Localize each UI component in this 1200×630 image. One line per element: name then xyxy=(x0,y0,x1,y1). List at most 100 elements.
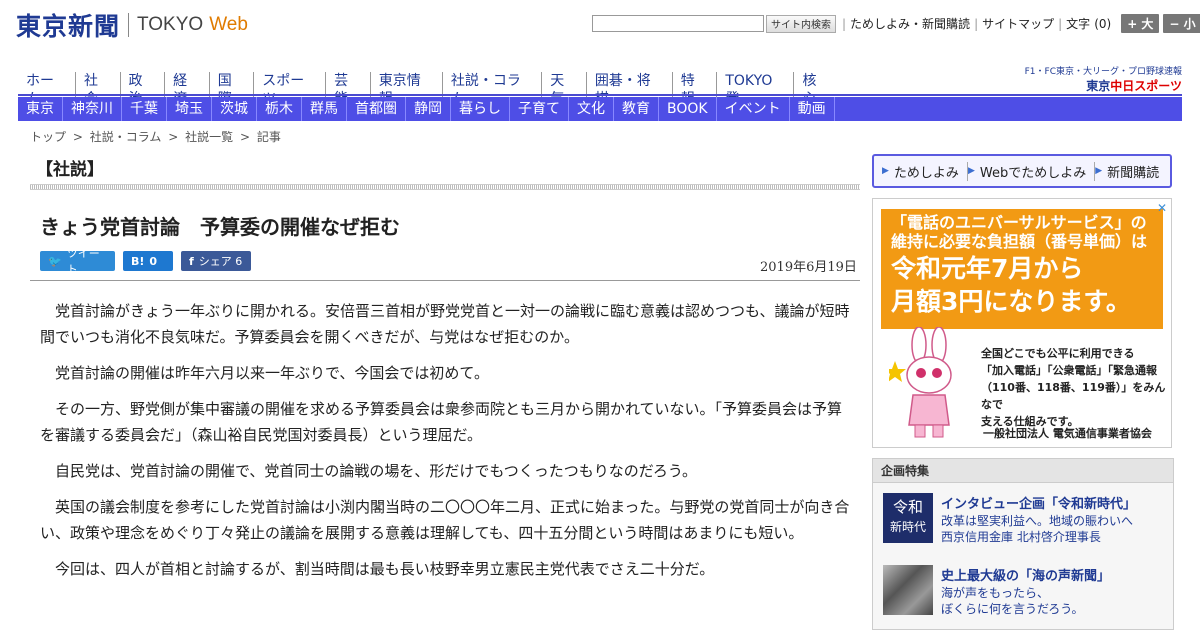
trial-subscribe-link[interactable]: ためしよみ・新聞購読 xyxy=(846,15,974,32)
subnav-item-gunma[interactable]: 群馬 xyxy=(302,97,347,121)
ad-description-line: （110番、118番、119番）」をみんなで xyxy=(981,381,1166,411)
logo-divider xyxy=(128,13,130,37)
sea-voice-thumbnail xyxy=(883,565,933,615)
facebook-icon: f xyxy=(189,254,194,268)
subnav-item-video[interactable]: 動画 xyxy=(790,97,835,121)
feature-item-title[interactable]: インタビュー企画「令和新時代」 xyxy=(941,493,1136,512)
subnav-item-parenting[interactable]: 子育て xyxy=(510,97,569,121)
font-size-value: (0) xyxy=(1094,16,1112,31)
article-paragraph: その一方、野党側が集中審議の開催を求める予算委員会は衆参両院とも三月から開かれて… xyxy=(40,400,843,444)
breadcrumb: トップ > 社説・コラム > 社説一覧 > 記事 xyxy=(30,128,284,145)
font-smaller-button[interactable]: − 小 xyxy=(1163,14,1200,33)
subnav-item-book[interactable]: BOOK xyxy=(659,97,717,121)
feature-sub-line: 西京信用金庫 北村啓介理事長 xyxy=(941,530,1101,544)
feature-sub-line: 海が声をもったら、 xyxy=(941,586,1050,600)
feature-item-subtitle: 改革は堅実利益へ。地域の賑わいへ 西京信用金庫 北村啓介理事長 xyxy=(941,513,1133,545)
rabbit-mascot-icon xyxy=(889,327,952,438)
article-headline: きょう党首討論 予算委の開催なぜ拒む xyxy=(40,215,400,239)
subnav-item-culture[interactable]: 文化 xyxy=(569,97,614,121)
font-bigger-button[interactable]: + 大 xyxy=(1121,14,1160,33)
article-paragraph: 党首討論の開催は昨年六月以来一年ぶりで、今国会では初めて。 xyxy=(55,364,489,382)
arrow-right-icon: ▶ xyxy=(967,166,975,176)
reiwa-thumbnail: 令和 新時代 xyxy=(883,493,933,543)
subnav-item-education[interactable]: 教育 xyxy=(614,97,659,121)
ad-description-line: 全国どこでも公平に利用できる xyxy=(981,347,1135,360)
article-paragraph: 今回は、四人が首相と討論するが、割当時間は最も長い枝野幸男立憲民主党代表でさえ二… xyxy=(55,560,715,578)
web-trial-read-link[interactable]: Webでためしよみ xyxy=(978,161,1096,181)
breadcrumb-sep: > xyxy=(239,130,250,144)
subnav-item-kanagawa[interactable]: 神奈川 xyxy=(63,97,122,121)
social-buttons: 🐦 ツイート B! 0 f シェア 6 xyxy=(40,247,259,276)
hatena-icon: B! xyxy=(131,254,145,268)
divider: | xyxy=(1058,16,1063,31)
publish-date: 2019年6月19日 xyxy=(760,260,857,275)
twitter-icon: 🐦 xyxy=(48,254,62,268)
logo-en: TOKYO xyxy=(137,14,204,35)
subnav-item-event[interactable]: イベント xyxy=(717,97,790,121)
regional-nav: 東京 神奈川 千葉 埼玉 茨城 栃木 群馬 首都圏 静岡 暮らし 子育て 文化 … xyxy=(18,97,1182,121)
arrow-right-icon: ▶ xyxy=(882,166,889,176)
tweet-label: ツイート xyxy=(66,247,100,276)
subnav-item-chiba[interactable]: 千葉 xyxy=(122,97,167,121)
feature-sub-line: ぼくらに何を言うだろう。 xyxy=(941,602,1084,616)
fb-share-label: シェア xyxy=(198,255,232,268)
ad-line: 維持に必要な負担額（番号単価）は xyxy=(891,232,1148,251)
subnav-item-tochigi[interactable]: 栃木 xyxy=(257,97,302,121)
article-divider xyxy=(30,280,860,281)
breadcrumb-editorial-list[interactable]: 社説一覧 xyxy=(185,130,233,144)
feature-box-title: 企画特集 xyxy=(873,459,1173,483)
ad-line: 「電話のユニバーサルサービス」の xyxy=(891,213,1147,232)
section-title: 【社説】 xyxy=(36,160,104,180)
sports-tagline: F1・FC東京・大リーグ・プロ野球速報 xyxy=(1024,67,1182,77)
logo-jp: 東京新聞 xyxy=(16,12,121,41)
search-input[interactable] xyxy=(592,15,764,32)
sitemap-link[interactable]: サイトマップ xyxy=(978,15,1058,32)
advertisement-banner[interactable]: ✕ 「電話のユニバーサルサービス」の 維持に必要な負担額（番号単価）は 令和元年… xyxy=(872,198,1172,448)
ad-big-line: 令和元年7月から xyxy=(891,254,1084,283)
subscribe-link[interactable]: 新聞購読 xyxy=(1105,162,1167,181)
sports-logo-prefix: 東京 xyxy=(1086,79,1111,93)
feature-item[interactable]: 史上最大級の「海の声新聞」 海が声をもったら、 ぼくらに何を言うだろう。 xyxy=(883,565,1169,617)
breadcrumb-sep: > xyxy=(72,130,83,144)
feature-sub-line: 改革は堅実利益へ。地域の賑わいへ xyxy=(941,514,1134,528)
facebook-share-button[interactable]: f シェア 6 xyxy=(181,251,251,271)
feature-item-subtitle: 海が声をもったら、 ぼくらに何を言うだろう。 xyxy=(941,585,1084,617)
ad-big-line: 月額3円になります。 xyxy=(891,287,1131,316)
arrow-right-icon: ▶ xyxy=(1095,166,1103,176)
subnav-item-living[interactable]: 暮らし xyxy=(451,97,510,121)
subnav-item-ibaraki[interactable]: 茨城 xyxy=(212,97,257,121)
subscription-promo-bar: ▶ ためしよみ ▶ Webでためしよみ ▶ 新聞購読 xyxy=(872,154,1172,188)
hatena-count: 0 xyxy=(149,254,158,268)
sports-logo-main: 中日スポーツ xyxy=(1110,79,1182,93)
tweet-button[interactable]: 🐦 ツイート xyxy=(40,247,115,276)
subnav-item-tokyo[interactable]: 東京 xyxy=(18,97,63,121)
trial-read-link[interactable]: ためしよみ xyxy=(892,161,968,181)
chunichi-sports-logo: 東京中日スポーツ xyxy=(1022,77,1182,94)
ad-description-line: 「加入電話」「公衆電話」「緊急通報 xyxy=(981,364,1157,377)
feature-box: 企画特集 令和 新時代 インタビュー企画「令和新時代」 改革は堅実利益へ。地域の… xyxy=(872,458,1174,630)
breadcrumb-editorial[interactable]: 社説・コラム xyxy=(90,130,162,144)
hatena-bookmark-button[interactable]: B! 0 xyxy=(123,251,173,271)
article-paragraph: 党首討論がきょう一年ぶりに開かれる。安倍晋三首相が野党党首と一対一の論戦に臨む意… xyxy=(40,302,850,346)
section-divider xyxy=(30,184,860,190)
feature-item-title[interactable]: 史上最大級の「海の声新聞」 xyxy=(941,565,1110,584)
chunichi-sports-link[interactable]: F1・FC東京・大リーグ・プロ野球速報 東京中日スポーツ xyxy=(1022,64,1182,94)
font-size-label: 文字 xyxy=(1066,17,1091,31)
top-utility-bar: サイト内検索 | ためしよみ・新聞購読 | サイトマップ | 文字 (0) + … xyxy=(592,14,1200,33)
ad-close-icon[interactable]: ✕ xyxy=(1157,201,1167,215)
subnav-item-metro[interactable]: 首都圏 xyxy=(347,97,406,121)
site-logo[interactable]: 東京新聞 TOKYO Web xyxy=(16,8,248,42)
article-paragraph: 英国の議会制度を参考にした党首討論は小渕内閣当時の二〇〇〇年二月、正式に始まった… xyxy=(40,498,850,542)
feature-item[interactable]: 令和 新時代 インタビュー企画「令和新時代」 改革は堅実利益へ。地域の賑わいへ … xyxy=(883,493,1169,545)
logo-web: Web xyxy=(209,14,248,35)
subnav-item-shizuoka[interactable]: 静岡 xyxy=(406,97,451,121)
breadcrumb-top[interactable]: トップ xyxy=(30,130,66,144)
nav-divider xyxy=(18,94,1182,96)
site-search-button[interactable]: サイト内検索 xyxy=(766,14,836,33)
fb-share-count: 6 xyxy=(235,254,243,268)
thumb-bottom-text: 新時代 xyxy=(889,520,926,534)
breadcrumb-current: 記事 xyxy=(256,130,281,144)
article-paragraph: 自民党は、党首討論の開催で、党首同士の論戦の場を、形だけでもつくったつもりなのだ… xyxy=(55,462,698,480)
subnav-item-saitama[interactable]: 埼玉 xyxy=(167,97,212,121)
article-body: 党首討論がきょう一年ぶりに開かれる。安倍晋三首相が野党党首と一対一の論戦に臨む意… xyxy=(40,298,850,592)
